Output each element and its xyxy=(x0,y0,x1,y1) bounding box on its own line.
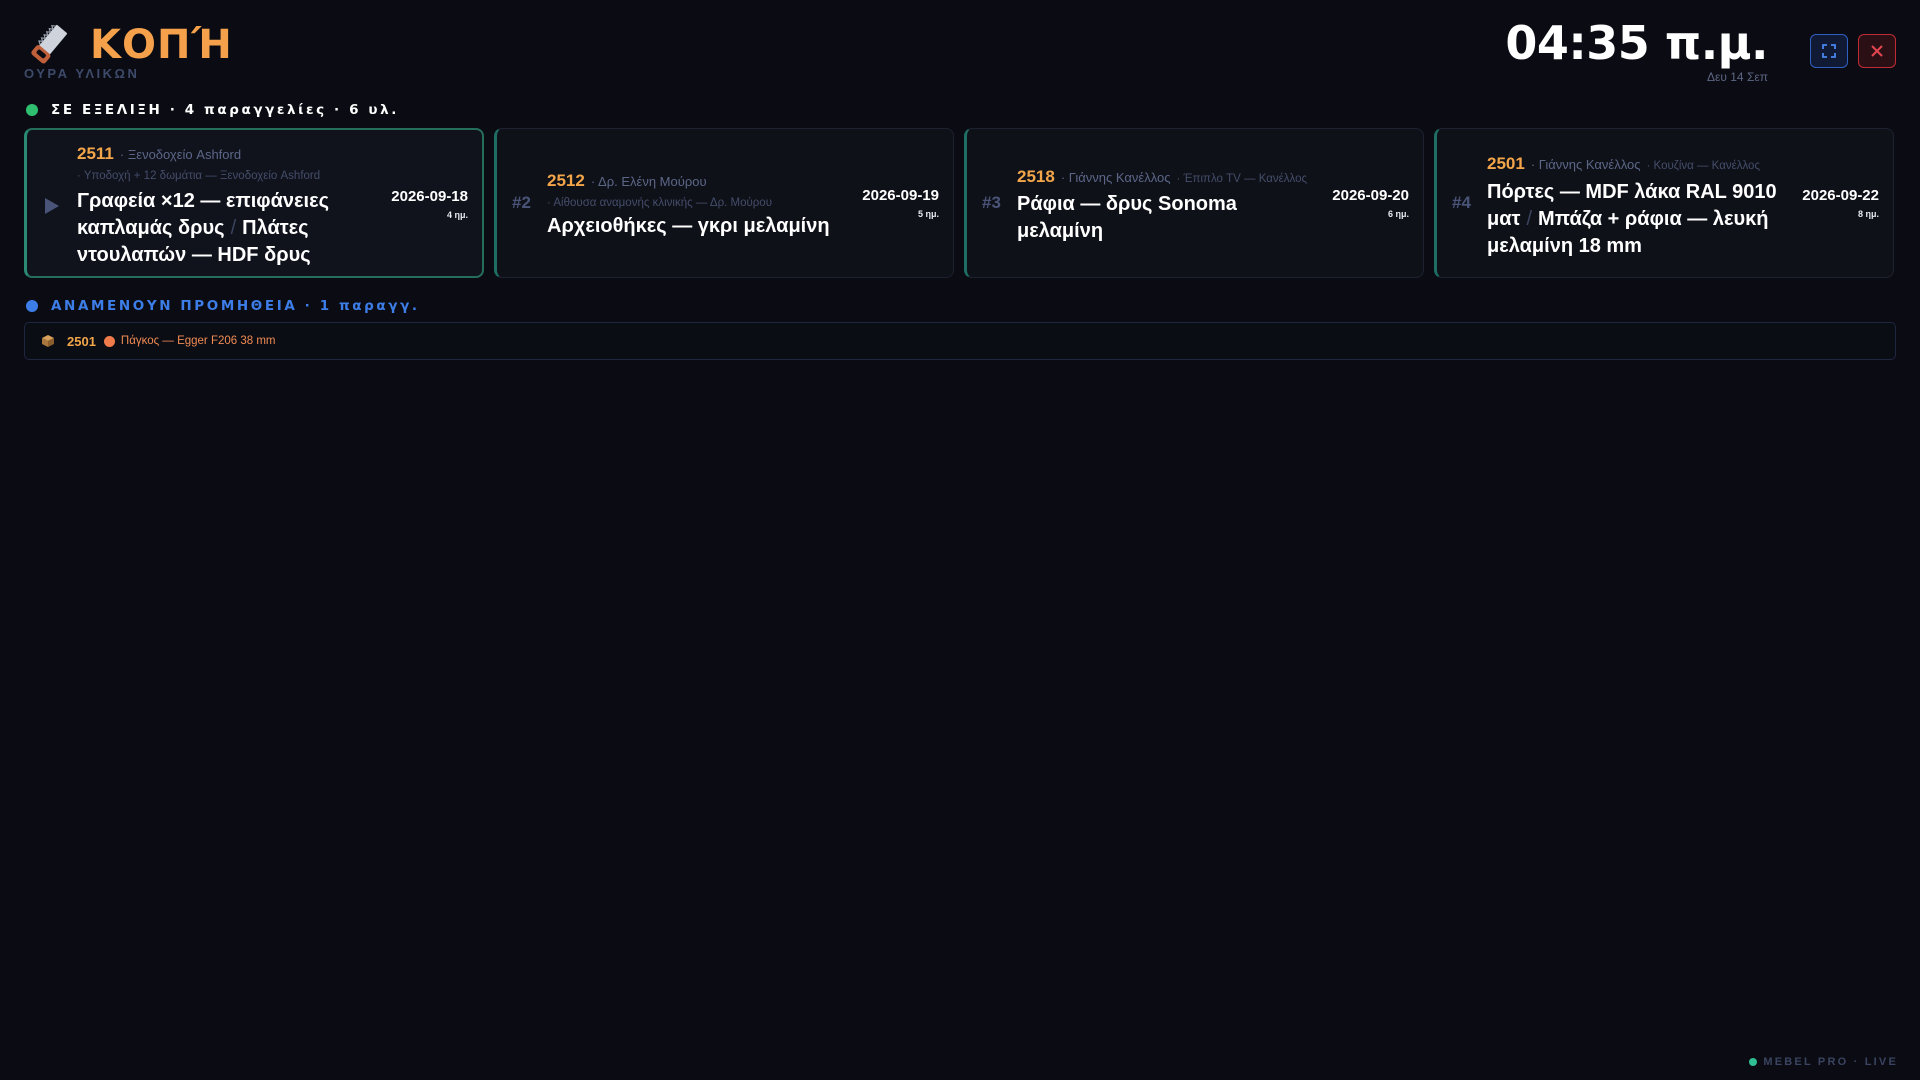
due-date: 2026-09-22 xyxy=(1802,187,1879,204)
footer-status: MEBEL PRO · LIVE xyxy=(1749,1056,1898,1068)
order-meta: 2512 · Δρ. Ελένη Μούρου xyxy=(547,171,707,191)
list-item[interactable]: 2501 Πάγκος — Egger F206 38 mm xyxy=(41,334,276,349)
order-sub: · Έπιπλο TV — Κανέλλος xyxy=(1176,173,1308,185)
due-date: 2026-09-20 xyxy=(1332,187,1409,204)
queue-rank: #4 xyxy=(1452,193,1471,212)
close-icon xyxy=(1871,45,1883,57)
queue-rank: #2 xyxy=(512,193,531,212)
header-bar: ΚΟΠΉ ΟΥΡΑ ΥΛΙΚΩΝ 04:35 π.μ. Δευ 14 Σεπ xyxy=(0,0,1920,100)
section-waiting-label: ΑΝΑΜΕΝΟΥΝ ΠΡΟΜΗΘΕΙΑ · 1 παραγγ. xyxy=(51,298,420,314)
close-button[interactable] xyxy=(1858,34,1896,68)
order-title: Πόρτες — MDF λάκα RAL 9010 ματ / Μπάζα + ρ… xyxy=(1487,181,1777,257)
live-dot xyxy=(1749,1058,1758,1066)
client-name: · Γιάννης Κανέλλος xyxy=(1530,157,1641,172)
brand: ΚΟΠΉ xyxy=(28,22,233,68)
status-dot xyxy=(26,104,38,116)
days-left: 5 ημ. xyxy=(917,209,939,219)
order-card[interactable]: 2511 · Ξενοδοχείο Ashford · Υποδοχή + 12… xyxy=(24,128,484,278)
fullscreen-icon xyxy=(1822,44,1836,58)
section-in-progress-label: ΣΕ ΕΞΕΛΙΞΗ · 4 παραγγελίες · 6 υλ. xyxy=(51,102,399,118)
material-line: Ράφια — δρυς Sonoma μελαμίνη xyxy=(1017,193,1237,242)
order-id: 2511 xyxy=(77,144,114,163)
order-sub: · Υποδοχή + 12 δωμάτια — Ξενοδοχείο Ashf… xyxy=(77,170,321,182)
due-date: 2026-09-19 xyxy=(862,187,939,204)
order-id: 2501 xyxy=(67,333,96,349)
order-id: 2518 xyxy=(1017,167,1055,186)
order-id: 2501 xyxy=(1487,154,1525,173)
waiting-list: 2501 Πάγκος — Egger F206 38 mm xyxy=(24,322,1896,360)
queue-rank: #3 xyxy=(982,193,1001,212)
days-left: 6 ημ. xyxy=(1387,209,1409,219)
days-left: 4 ημ. xyxy=(446,210,468,220)
material-line: Αρχειοθήκες — γκρι μελαμίνη xyxy=(547,215,830,237)
package-icon xyxy=(42,335,54,347)
order-title: Γραφεία ×12 — επιφάνειες καπλαμάς δρυς / Π… xyxy=(77,190,329,266)
fullscreen-button[interactable] xyxy=(1810,34,1848,68)
order-card[interactable]: #4 2501 · Γιάννης Κανέλλος · Κουζίνα — Κ… xyxy=(1434,128,1894,278)
clock: 04:35 π.μ. xyxy=(1505,16,1768,70)
order-card[interactable]: #3 2518 · Γιάννης Κανέλλος · Έπιπλο TV —… xyxy=(964,128,1424,278)
order-title: Αρχειοθήκες — γκρι μελαμίνη xyxy=(547,213,867,240)
client-name: · Δρ. Ελένη Μούρου xyxy=(590,174,707,189)
play-icon xyxy=(45,198,59,214)
status-dot xyxy=(26,300,38,312)
footer-label: MEBEL PRO · LIVE xyxy=(1763,1056,1898,1068)
client-name: · Ξενοδοχείο Ashford xyxy=(119,147,242,162)
material-line: Πάγκος — Egger F206 38 mm xyxy=(120,335,276,347)
client-name: · Γιάννης Κανέλλος xyxy=(1060,170,1171,185)
order-sub: · Κουζίνα — Κανέλλος xyxy=(1646,160,1760,172)
saw-icon xyxy=(31,24,68,64)
order-card[interactable]: #2 2512 · Δρ. Ελένη Μούρου · Αίθουσα ανα… xyxy=(494,128,954,278)
order-id: 2512 xyxy=(547,171,585,190)
order-meta: 2511 · Ξενοδοχείο Ashford xyxy=(77,144,241,164)
order-meta: 2518 · Γιάννης Κανέλλος · Έπιπλο TV — Κα… xyxy=(1017,167,1307,187)
section-waiting-header: ΑΝΑΜΕΝΟΥΝ ΠΡΟΜΗΘΕΙΑ · 1 παραγγ. xyxy=(26,298,420,314)
order-sub: · Αίθουσα αναμονής κλινικής — Δρ. Μούρου xyxy=(547,197,772,209)
due-date: 2026-09-18 xyxy=(391,188,468,205)
days-left: 8 ημ. xyxy=(1857,209,1879,219)
order-title: Ράφια — δρυς Sonoma μελαμίνη xyxy=(1017,191,1307,245)
page-title: ΚΟΠΉ xyxy=(90,22,233,68)
page-subtitle: ΟΥΡΑ ΥΛΙΚΩΝ xyxy=(24,66,140,81)
section-in-progress-header: ΣΕ ΕΞΕΛΙΞΗ · 4 παραγγελίες · 6 υλ. xyxy=(26,102,399,118)
order-meta: 2501 · Γιάννης Κανέλλος · Κουζίνα — Κανέ… xyxy=(1487,154,1760,174)
status-dot xyxy=(103,335,115,347)
clock-date: Δευ 14 Σεπ xyxy=(1707,70,1768,84)
